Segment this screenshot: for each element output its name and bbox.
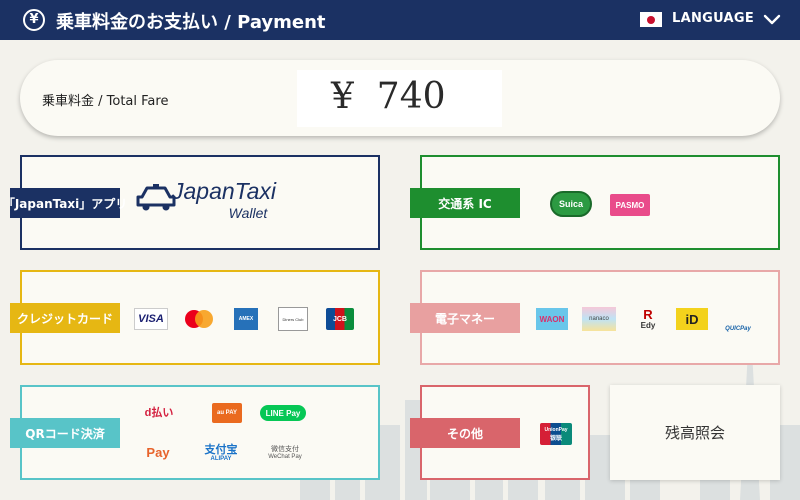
balance-inquiry-label: 残高照会 — [664, 424, 725, 442]
japan-flag-icon — [640, 12, 662, 27]
credit-card-tag: クレジットカード — [10, 303, 120, 333]
chevron-down-icon — [763, 14, 781, 25]
au-pay-logo: au PAY — [212, 403, 242, 423]
edy-logo-text: Edy — [640, 321, 656, 330]
wechat-pay-english-text: WeChat Pay — [268, 454, 302, 460]
unionpay-logo: UnionPay 银联 — [540, 423, 572, 445]
wechat-pay-logo: 微信支付 WeChat Pay — [258, 441, 312, 465]
pasmo-logo: PASMO — [610, 194, 650, 216]
total-fare-label: 乗車料金 / Total Fare — [42, 94, 169, 109]
language-selector[interactable]: LANGUAGE — [640, 10, 790, 30]
wechat-pay-chinese-text: 微信支付 — [271, 446, 299, 453]
total-fare-panel: 乗車料金 / Total Fare ¥ 740 — [20, 60, 780, 136]
fare-display: ¥ 740 — [297, 70, 502, 127]
diners-club-logo: Diners Club — [278, 307, 308, 331]
wallet-logo-text: Wallet — [228, 205, 268, 221]
origami-pay-logo: Pay — [146, 444, 170, 460]
jcb-logo: JCB — [326, 308, 354, 330]
d-barai-logo: d払い — [144, 407, 174, 419]
line-pay-logo: LINE Pay — [260, 405, 306, 421]
transit-ic-tag: 交通系 IC — [410, 188, 520, 218]
mastercard-logo — [182, 308, 216, 330]
waon-logo: WAON — [536, 308, 568, 330]
rakuten-edy-logo: R Edy — [634, 306, 662, 332]
qr-code-tag: QRコード決済 — [10, 418, 120, 448]
alipay-logo: 支付宝 ALIPAY — [196, 441, 246, 465]
unionpay-chinese-text: 银联 — [549, 435, 562, 442]
e-money-tag: 電子マネー — [410, 303, 520, 333]
header-bar: ¥ 乗車料金のお支払い / Payment LANGUAGE — [0, 0, 800, 40]
id-logo: iD — [676, 308, 708, 330]
alipay-english-text: ALIPAY — [210, 455, 232, 462]
alipay-chinese-text: 支付宝 — [204, 443, 238, 456]
quicpay-logo: QUICPay — [725, 326, 751, 332]
page-title: 乗車料金のお支払い / Payment — [56, 12, 326, 33]
japantaxi-app-tag: 「JapanTaxi」アプリ — [3, 188, 127, 218]
suica-logo: Suica — [550, 191, 592, 217]
fare-amount: ¥ 740 — [331, 76, 446, 117]
rakuten-r-icon: R — [643, 307, 653, 322]
nanaco-logo: nanaco — [582, 307, 616, 331]
visa-logo: VISA — [134, 308, 168, 330]
balance-inquiry-button[interactable]: 残高照会 — [610, 385, 780, 480]
other-tag: その他 — [410, 418, 520, 448]
yen-icon: ¥ — [23, 9, 45, 31]
amex-logo: AMEX — [234, 308, 258, 330]
language-label: LANGUAGE — [672, 11, 755, 26]
japantaxi-logo-text: JapanTaxi — [172, 177, 277, 204]
